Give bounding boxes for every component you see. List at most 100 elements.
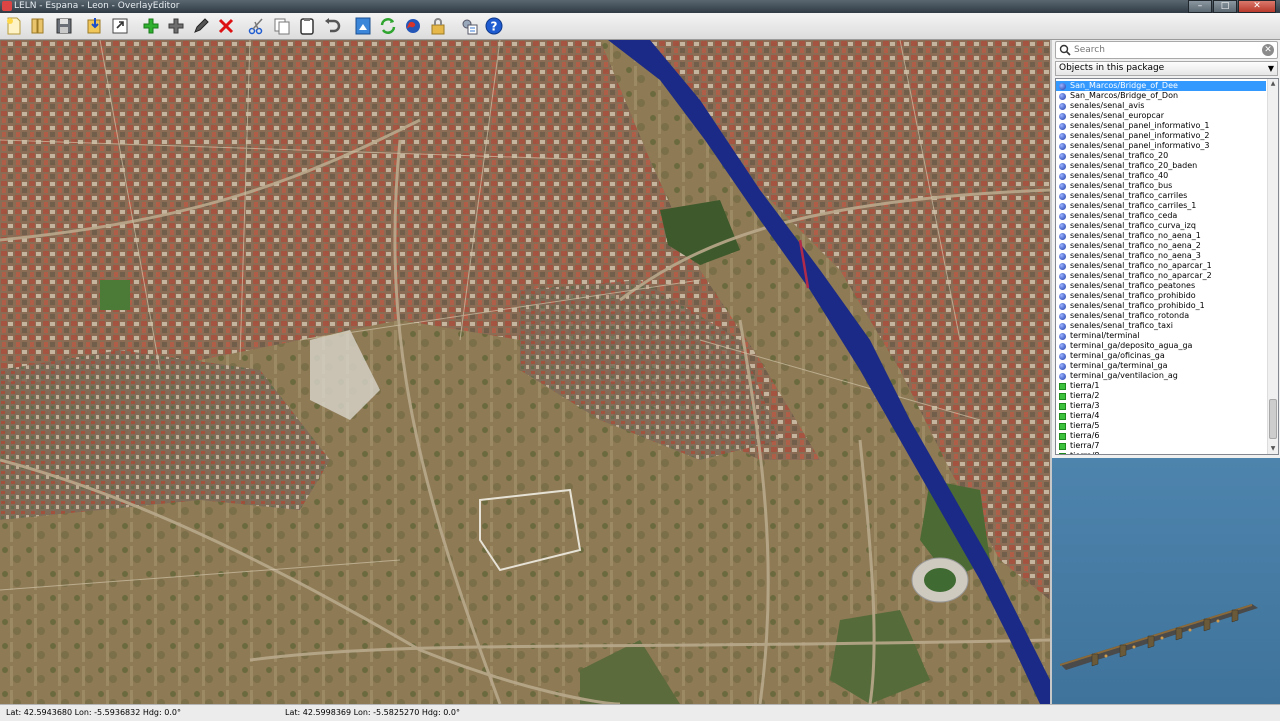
list-item[interactable]: senales/senal_panel_informativo_2 — [1056, 131, 1266, 141]
list-item-label: tierra/3 — [1070, 401, 1100, 410]
list-item-label: San_Marcos/Bridge_of_Don — [1070, 91, 1179, 100]
object-list[interactable]: San_Marcos/Bridge_of_Dee San_Marcos/Bridg… — [1055, 78, 1279, 455]
undo-button[interactable] — [320, 14, 344, 38]
selection-position: Lat: 42.5998369 Lon: -5.5825270 Hdg: 0.0… — [285, 708, 460, 717]
list-item-label: San_Marcos/Bridge_of_Dee — [1070, 81, 1178, 90]
scissors-icon — [248, 18, 263, 35]
minimize-button[interactable]: – — [1188, 0, 1212, 13]
object-icon — [1059, 112, 1066, 120]
map-view[interactable] — [0, 40, 1050, 704]
object-preview — [1052, 458, 1280, 704]
object-icon — [1059, 332, 1066, 340]
object-icon — [1059, 242, 1066, 250]
dropdown-value: Objects in this package — [1059, 63, 1165, 73]
list-item[interactable]: senales/senal_trafico_ceda — [1056, 211, 1266, 221]
list-item[interactable]: tierra/5 — [1056, 421, 1266, 431]
list-item[interactable]: tierra/8 — [1056, 451, 1266, 454]
list-item[interactable]: senales/senal_trafico_carriles — [1056, 191, 1266, 201]
list-item[interactable]: terminal/terminal — [1056, 331, 1266, 341]
list-item[interactable]: senales/senal_trafico_taxi — [1056, 321, 1266, 331]
open-button[interactable] — [27, 14, 51, 38]
list-item[interactable]: tierra/7 — [1056, 441, 1266, 451]
object-icon — [1059, 222, 1066, 230]
list-item-label: tierra/6 — [1070, 431, 1100, 440]
import-button[interactable] — [83, 14, 107, 38]
list-item[interactable]: senales/senal_trafico_prohibido_1 — [1056, 301, 1266, 311]
package-filter-dropdown[interactable]: Objects in this package ▼ — [1055, 61, 1278, 76]
move-button[interactable] — [164, 14, 188, 38]
list-item[interactable]: senales/senal_trafico_40 — [1056, 171, 1266, 181]
cursor-position: Lat: 42.5943680 Lon: -5.5936832 Hdg: 0.0… — [6, 708, 181, 717]
list-item[interactable]: senales/senal_panel_informativo_1 — [1056, 121, 1266, 131]
list-item[interactable]: terminal_ga/oficinas_ga — [1056, 351, 1266, 361]
list-item[interactable]: terminal_ga/deposito_agua_ga — [1056, 341, 1266, 351]
scrollbar-thumb[interactable] — [1269, 399, 1277, 439]
list-item[interactable]: tierra/3 — [1056, 401, 1266, 411]
list-item[interactable]: senales/senal_trafico_carriles_1 — [1056, 201, 1266, 211]
maximize-button[interactable]: □ — [1213, 0, 1237, 13]
reload-button[interactable] — [376, 14, 400, 38]
delete-button[interactable] — [214, 14, 238, 38]
clear-search-icon[interactable]: ✕ — [1262, 44, 1274, 56]
list-item[interactable]: tierra/2 — [1056, 391, 1266, 401]
object-icon — [1059, 142, 1066, 150]
list-item[interactable]: senales/senal_trafico_rotonda — [1056, 311, 1266, 321]
paste-button[interactable] — [295, 14, 319, 38]
edit-button[interactable] — [189, 14, 213, 38]
export-button[interactable] — [108, 14, 132, 38]
facade-icon — [1059, 442, 1066, 450]
globe-button[interactable] — [401, 14, 425, 38]
list-item[interactable]: terminal_ga/terminal_ga — [1056, 361, 1266, 371]
object-icon — [1059, 82, 1066, 90]
list-item-label: senales/senal_trafico_prohibido_1 — [1070, 301, 1205, 310]
preferences-button[interactable] — [457, 14, 481, 38]
list-item[interactable]: senales/senal_trafico_no_aparcar_2 — [1056, 271, 1266, 281]
scroll-down-icon[interactable]: ▼ — [1268, 444, 1278, 454]
background-map-icon — [355, 17, 371, 35]
list-item-label: senales/senal_trafico_no_aparcar_2 — [1070, 271, 1212, 280]
list-item[interactable]: senales/senal_trafico_peatones — [1056, 281, 1266, 291]
lock-button[interactable] — [426, 14, 450, 38]
help-button[interactable]: ? — [482, 14, 506, 38]
list-item-label: terminal_ga/deposito_agua_ga — [1070, 341, 1193, 350]
list-item[interactable]: senales/senal_trafico_no_aena_2 — [1056, 241, 1266, 251]
list-item[interactable]: tierra/4 — [1056, 411, 1266, 421]
add-button[interactable] — [139, 14, 163, 38]
list-item[interactable]: San_Marcos/Bridge_of_Dee — [1056, 81, 1266, 91]
list-item[interactable]: senales/senal_trafico_no_aparcar_1 — [1056, 261, 1266, 271]
list-item[interactable]: senales/senal_trafico_no_aena_3 — [1056, 251, 1266, 261]
list-item[interactable]: tierra/1 — [1056, 381, 1266, 391]
undo-icon — [325, 18, 341, 33]
list-item[interactable]: senales/senal_trafico_20 — [1056, 151, 1266, 161]
scroll-up-icon[interactable]: ▲ — [1268, 79, 1278, 89]
list-scrollbar[interactable]: ▲ ▼ — [1267, 79, 1278, 454]
object-icon — [1059, 152, 1066, 160]
facade-icon — [1059, 402, 1066, 410]
list-item-label: senales/senal_trafico_no_aena_2 — [1070, 241, 1201, 250]
list-item[interactable]: tierra/6 — [1056, 431, 1266, 441]
object-icon — [1059, 212, 1066, 220]
copy-button[interactable] — [270, 14, 294, 38]
save-button[interactable] — [52, 14, 76, 38]
reload-icon — [380, 18, 396, 34]
list-item[interactable]: senales/senal_avis — [1056, 101, 1266, 111]
list-item[interactable]: senales/senal_trafico_bus — [1056, 181, 1266, 191]
save-icon — [56, 18, 72, 34]
background-button[interactable] — [351, 14, 375, 38]
list-item[interactable]: San_Marcos/Bridge_of_Don — [1056, 91, 1266, 101]
list-item[interactable]: senales/senal_trafico_prohibido — [1056, 291, 1266, 301]
list-item[interactable]: senales/senal_trafico_20_baden — [1056, 161, 1266, 171]
list-item[interactable]: senales/senal_trafico_no_aena_1 — [1056, 231, 1266, 241]
close-button[interactable]: ✕ — [1238, 0, 1276, 13]
list-item[interactable]: senales/senal_panel_informativo_3 — [1056, 141, 1266, 151]
cut-button[interactable] — [245, 14, 269, 38]
list-item[interactable]: terminal_ga/ventilacion_ag — [1056, 371, 1266, 381]
new-button[interactable] — [2, 14, 26, 38]
search-box[interactable]: ✕ — [1055, 41, 1278, 59]
list-item[interactable]: senales/senal_europcar — [1056, 111, 1266, 121]
search-input[interactable] — [1074, 43, 1254, 57]
aerial-map[interactable] — [0, 40, 1050, 704]
list-item[interactable]: senales/senal_trafico_curva_izq — [1056, 221, 1266, 231]
object-icon — [1059, 202, 1066, 210]
object-icon — [1059, 172, 1066, 180]
